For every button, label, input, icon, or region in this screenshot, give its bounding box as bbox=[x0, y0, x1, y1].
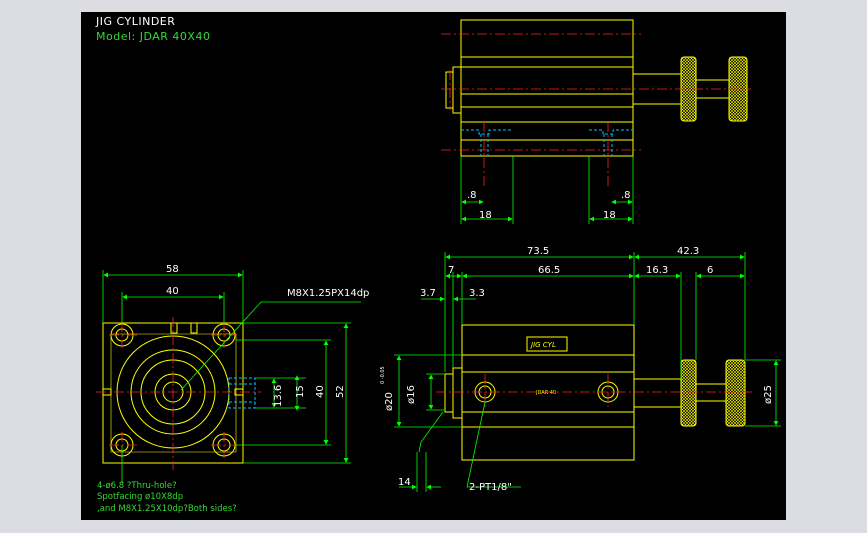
dim-front-52: 52 bbox=[335, 385, 346, 398]
cad-drawing: .8 18 .8 18 58 40 M8X1.25PX14dp 13.6 15 … bbox=[96, 19, 781, 514]
dim-side-42-3: 42.3 bbox=[677, 246, 699, 257]
dim-top-left-small: .8 bbox=[467, 190, 477, 201]
dim-front-40: 40 bbox=[166, 286, 179, 297]
dim-side-14: 14 bbox=[398, 477, 411, 488]
dim-side-bore-tol: 0 -0.05 bbox=[380, 366, 386, 384]
dim-side-bore-dia: ø20 bbox=[384, 392, 395, 411]
side-knob-right bbox=[725, 359, 746, 427]
dim-front-15: 15 bbox=[295, 385, 306, 398]
note-line-1: 4-ø6.8 ?Thru-hole? bbox=[97, 481, 177, 491]
dim-top-right: 18 bbox=[603, 210, 616, 221]
dim-side-3-7: 3.7 bbox=[420, 288, 436, 299]
side-view: JIG CYL JDAR 40 73.5 42.3 7 66.5 16.3 6 … bbox=[380, 246, 781, 493]
dim-side-66-5: 66.5 bbox=[538, 265, 560, 276]
dim-side-6: 6 bbox=[707, 265, 713, 276]
dim-front-58: 58 bbox=[166, 264, 179, 275]
note-line-2: Spotfacing ø10X8dp bbox=[97, 492, 183, 502]
name-plate-text: JIG CYL bbox=[529, 341, 556, 349]
dim-front-40-v: 40 bbox=[315, 385, 326, 398]
dim-side-rod-dia: ø16 bbox=[406, 385, 417, 404]
drawing-sheet: JIG CYLINDER Model: JDAR 40X40 .8 18 .8 … bbox=[81, 12, 786, 520]
front-view: 58 40 M8X1.25PX14dp 13.6 15 40 52 4-ø6.8… bbox=[96, 264, 369, 514]
dim-top-left: 18 bbox=[479, 210, 492, 221]
dim-front-13-6: 13.6 bbox=[273, 385, 284, 407]
dim-side-73-5: 73.5 bbox=[527, 246, 549, 257]
top-view: .8 18 .8 18 bbox=[441, 19, 751, 224]
dim-top-right-small: .8 bbox=[621, 190, 631, 201]
thread-label: M8X1.25PX14dp bbox=[287, 288, 369, 299]
dim-side-7: 7 bbox=[448, 265, 454, 276]
top-body-outline bbox=[460, 19, 634, 157]
dim-side-3-3: 3.3 bbox=[469, 288, 485, 299]
dim-side-16-3: 16.3 bbox=[646, 265, 668, 276]
small-marking: JDAR 40 bbox=[535, 390, 556, 396]
note-line-3: ,and M8X1.25X10dp?Both sides? bbox=[97, 504, 237, 514]
dim-side-knob-dia: ø25 bbox=[763, 385, 774, 404]
port-label: 2-PT1/8" bbox=[469, 482, 512, 493]
side-knob-left bbox=[680, 359, 697, 427]
